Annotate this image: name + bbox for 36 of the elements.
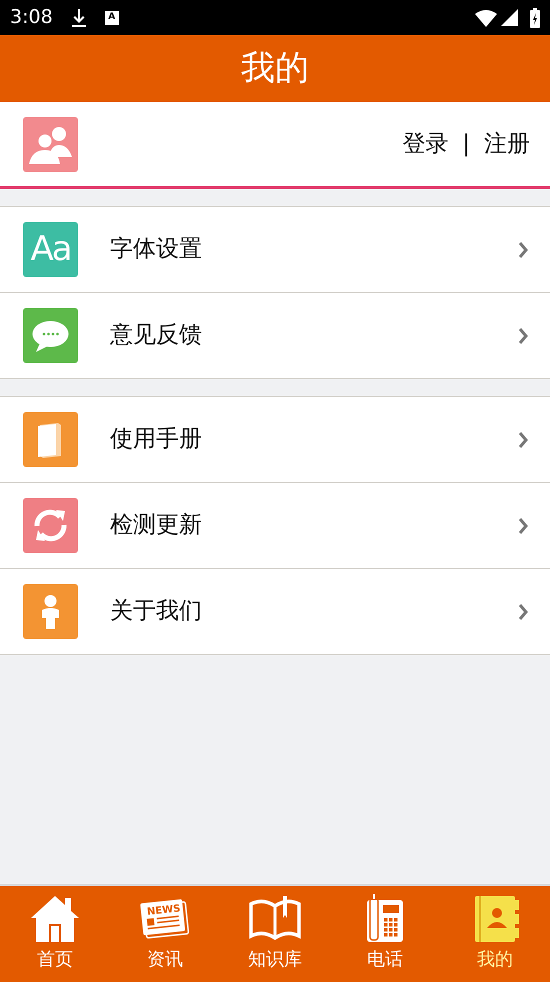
chevron-right-icon [518, 432, 528, 448]
chevron-right-icon [518, 604, 528, 620]
tab-item[interactable]: 首页 [0, 886, 110, 982]
signal-icon [501, 9, 518, 26]
menu-item-label: 字体设置 [110, 235, 202, 264]
download-icon [70, 8, 87, 26]
status-time: 3:08 [10, 5, 53, 30]
menu-item[interactable]: 意见反馈 [0, 293, 550, 379]
avatar-icon [23, 116, 78, 172]
menu-item[interactable]: 使用手册 [0, 397, 550, 483]
login-link[interactable]: 登录 [402, 126, 448, 162]
tab-item[interactable]: NEWS 资讯 [110, 886, 220, 982]
menu-item[interactable]: 检测更新 [0, 483, 550, 569]
register-link[interactable]: 注册 [484, 126, 530, 162]
menu-item[interactable]: 关于我们 [0, 569, 550, 655]
book-icon [23, 412, 78, 467]
chevron-right-icon [518, 518, 528, 534]
notification-letter: A [104, 10, 119, 24]
header-title: 我的 [241, 47, 309, 90]
tab-item[interactable]: 电话 [330, 886, 440, 982]
font-icon: Aa [23, 222, 78, 277]
person-icon [23, 584, 78, 639]
menu-item-label: 关于我们 [110, 597, 202, 626]
menu-item-label: 意见反馈 [110, 321, 202, 350]
chevron-right-icon [518, 242, 528, 258]
open-book-icon [247, 894, 303, 942]
battery-icon [530, 8, 540, 28]
link-separator: | [462, 130, 470, 159]
refresh-icon [23, 498, 78, 553]
tab-item[interactable]: 知识库 [220, 886, 330, 982]
chevron-right-icon [518, 328, 528, 344]
wifi-icon [475, 8, 497, 26]
chat-bubble-icon [23, 308, 78, 363]
menu-item-label: 检测更新 [110, 511, 202, 540]
menu-item-label: 使用手册 [110, 425, 202, 454]
menu-item[interactable]: Aa 字体设置 [0, 207, 550, 293]
